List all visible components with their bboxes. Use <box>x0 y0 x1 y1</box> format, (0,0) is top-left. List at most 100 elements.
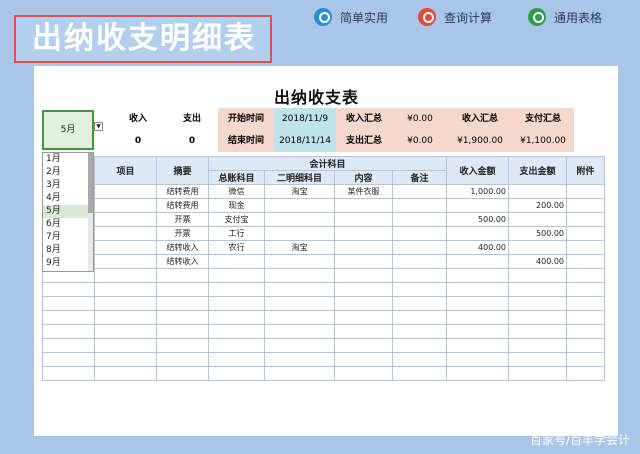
cell-expense[interactable] <box>508 268 568 283</box>
cell-attach[interactable] <box>566 352 606 367</box>
cell-sub[interactable] <box>264 198 335 213</box>
cell-gl[interactable] <box>208 254 265 269</box>
cell-summary[interactable] <box>156 352 209 367</box>
cell-attach[interactable] <box>566 338 606 353</box>
cell-summary[interactable] <box>156 310 209 325</box>
cell-gl[interactable] <box>208 310 265 325</box>
cell-attach[interactable] <box>566 240 606 255</box>
dropdown-arrow-icon[interactable]: ▼ <box>94 122 103 131</box>
month-option[interactable]: 5月 <box>43 205 93 218</box>
nav-query[interactable]: 查询计算 <box>418 7 492 27</box>
cell-sub[interactable]: 淘宝 <box>264 184 335 199</box>
cell-item[interactable] <box>94 212 157 227</box>
cell-note[interactable] <box>391 324 448 339</box>
month-option[interactable]: 4月 <box>43 192 93 205</box>
cell-date[interactable] <box>42 282 95 297</box>
cell-income[interactable] <box>446 268 510 283</box>
nav-general[interactable]: 通用表格 <box>528 7 602 27</box>
cell-content[interactable] <box>334 352 393 367</box>
cell-summary[interactable]: 结转收入 <box>156 254 209 269</box>
cell-item[interactable] <box>94 254 157 269</box>
cell-item[interactable] <box>94 198 157 213</box>
cell-sub[interactable] <box>264 338 335 353</box>
month-option[interactable]: 2月 <box>43 166 93 179</box>
cell-sub[interactable]: 淘宝 <box>264 240 335 255</box>
cell-sub[interactable] <box>264 212 335 227</box>
cell-note[interactable] <box>391 198 448 213</box>
cell-gl[interactable] <box>208 296 265 311</box>
cell-note[interactable] <box>391 366 448 381</box>
cell-sub[interactable] <box>264 366 335 381</box>
cell-sub[interactable] <box>264 324 335 339</box>
cell-item[interactable] <box>94 268 157 283</box>
cell-gl[interactable] <box>208 338 265 353</box>
cell-item[interactable] <box>94 240 157 255</box>
cell-gl[interactable]: 微信 <box>208 184 265 199</box>
cell-attach[interactable] <box>566 310 606 325</box>
end-value[interactable]: 2018/11/14 <box>274 130 336 152</box>
month-option[interactable]: 3月 <box>43 179 93 192</box>
cell-note[interactable] <box>391 338 448 353</box>
cell-item[interactable] <box>94 282 157 297</box>
cell-attach[interactable] <box>566 268 606 283</box>
cell-gl[interactable]: 工行 <box>208 226 265 241</box>
cell-date[interactable] <box>42 366 95 381</box>
cell-expense[interactable] <box>508 338 568 353</box>
cell-summary[interactable] <box>156 296 209 311</box>
cell-item[interactable] <box>94 310 157 325</box>
cell-summary[interactable] <box>156 366 209 381</box>
dropdown-scrollbar[interactable] <box>88 153 93 271</box>
cell-expense[interactable] <box>508 352 568 367</box>
cell-income[interactable] <box>446 352 510 367</box>
cell-expense[interactable]: 500.00 <box>508 226 568 241</box>
month-select-cell[interactable]: 5月 <box>42 110 94 150</box>
cell-income[interactable] <box>446 324 510 339</box>
cell-summary[interactable]: 开票 <box>156 212 209 227</box>
cell-expense[interactable] <box>508 282 568 297</box>
cell-expense[interactable] <box>508 240 568 255</box>
cell-item[interactable] <box>94 338 157 353</box>
month-option[interactable]: 9月 <box>43 257 93 270</box>
cell-expense[interactable] <box>508 212 568 227</box>
cell-attach[interactable] <box>566 198 606 213</box>
cell-note[interactable] <box>391 226 448 241</box>
cell-item[interactable] <box>94 184 157 199</box>
cell-content[interactable] <box>334 366 393 381</box>
cell-item[interactable] <box>94 226 157 241</box>
cell-date[interactable] <box>42 324 95 339</box>
cell-item[interactable] <box>94 352 157 367</box>
cell-attach[interactable] <box>566 366 606 381</box>
cell-attach[interactable] <box>566 254 606 269</box>
cell-attach[interactable] <box>566 282 606 297</box>
cell-income[interactable] <box>446 296 510 311</box>
cell-sub[interactable] <box>264 352 335 367</box>
cell-note[interactable] <box>391 240 448 255</box>
cell-content[interactable] <box>334 198 393 213</box>
month-option[interactable]: 7月 <box>43 231 93 244</box>
cell-note[interactable] <box>391 268 448 283</box>
cell-content[interactable] <box>334 338 393 353</box>
cell-sub[interactable] <box>264 296 335 311</box>
cell-content[interactable] <box>334 282 393 297</box>
cell-date[interactable] <box>42 338 95 353</box>
cell-note[interactable] <box>391 296 448 311</box>
start-value[interactable]: 2018/11/9 <box>274 108 336 130</box>
cell-content[interactable] <box>334 254 393 269</box>
cell-date[interactable] <box>42 352 95 367</box>
cell-income[interactable]: 500.00 <box>446 212 510 227</box>
cell-gl[interactable] <box>208 324 265 339</box>
month-dropdown[interactable]: 1月 2月 3月 4月 5月 6月 7月 8月 9月 <box>42 152 94 272</box>
cell-summary[interactable]: 结转收入 <box>156 240 209 255</box>
cell-income[interactable] <box>446 226 510 241</box>
cell-expense[interactable] <box>508 184 568 199</box>
cell-note[interactable] <box>391 310 448 325</box>
cell-content[interactable] <box>334 240 393 255</box>
cell-sub[interactable] <box>264 254 335 269</box>
cell-expense[interactable]: 400.00 <box>508 254 568 269</box>
cell-expense[interactable]: 200.00 <box>508 198 568 213</box>
cell-attach[interactable] <box>566 226 606 241</box>
cell-income[interactable] <box>446 198 510 213</box>
cell-sub[interactable] <box>264 226 335 241</box>
cell-date[interactable] <box>42 296 95 311</box>
cell-summary[interactable]: 开票 <box>156 226 209 241</box>
